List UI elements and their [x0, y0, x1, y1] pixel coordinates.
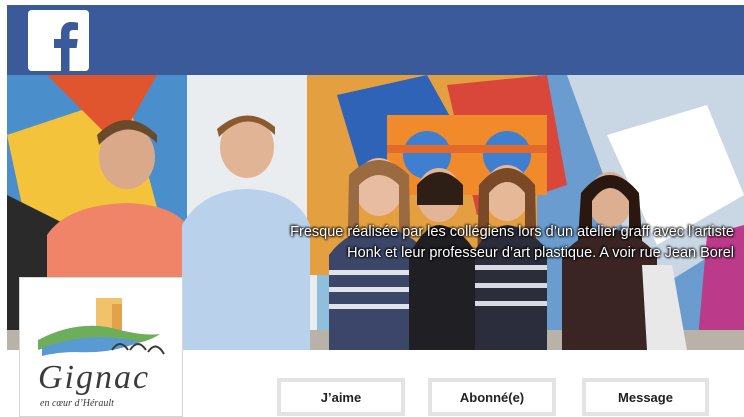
top-bar — [7, 5, 744, 75]
gignac-logo-tagline: en cœur d’Hérault — [40, 398, 114, 409]
facebook-logo-icon[interactable] — [28, 10, 89, 71]
cover-caption: Fresque réalisée par les collégiens lors… — [174, 222, 734, 264]
caption-line-1: Fresque réalisée par les collégiens lors… — [290, 224, 734, 240]
subscribed-button[interactable]: Abonné(e) — [428, 378, 556, 416]
like-button-label: J’aime — [320, 389, 362, 405]
caption-line-2: Honk et leur professeur d’art plastique.… — [347, 245, 734, 261]
message-button[interactable]: Message — [582, 378, 709, 416]
profile-picture[interactable]: Gignac en cœur d’Hérault — [19, 277, 183, 417]
gignac-logo-text: Gignac — [38, 359, 150, 396]
message-button-label: Message — [618, 389, 673, 405]
like-button[interactable]: J’aime — [277, 378, 405, 416]
subscribed-button-label: Abonné(e) — [459, 389, 525, 405]
